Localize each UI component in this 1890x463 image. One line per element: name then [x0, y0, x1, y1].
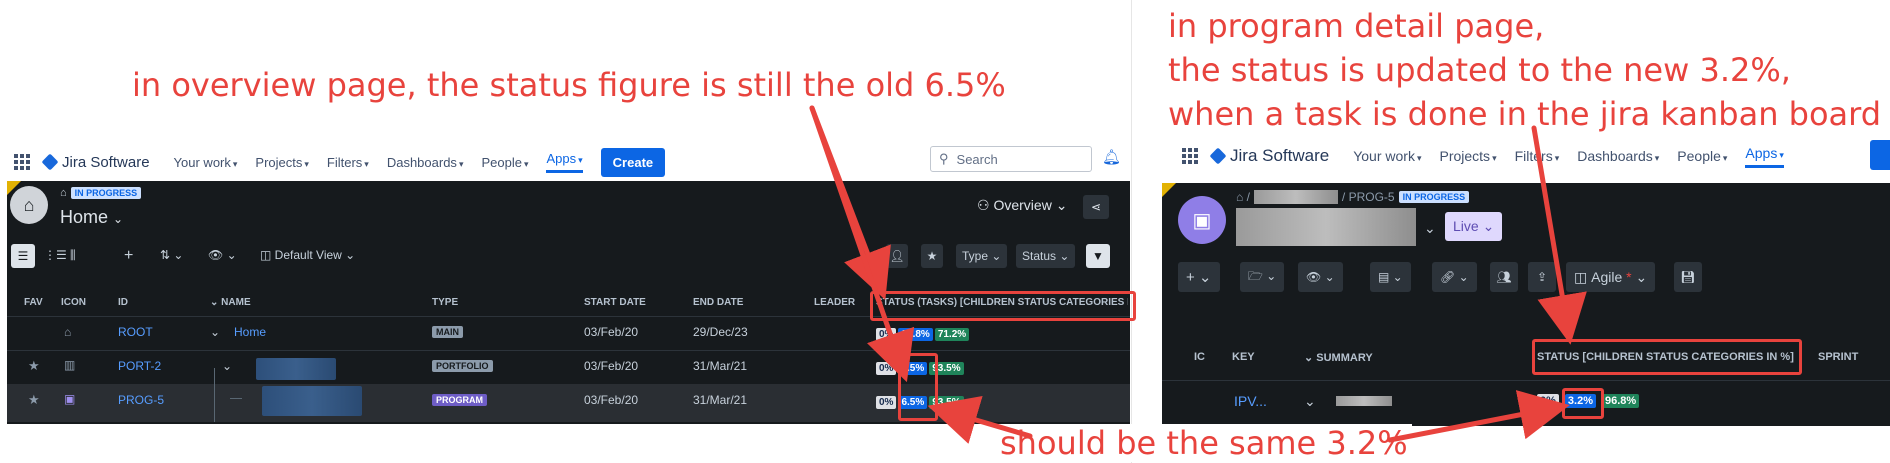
- arrow-to-left-status: [927, 395, 1033, 444]
- arrow-to-old-value: [809, 105, 915, 383]
- arrow-to-right-status: [1387, 390, 1570, 443]
- annotation-arrows: [809, 105, 1587, 444]
- arrow-to-status-header-right: [1531, 125, 1587, 345]
